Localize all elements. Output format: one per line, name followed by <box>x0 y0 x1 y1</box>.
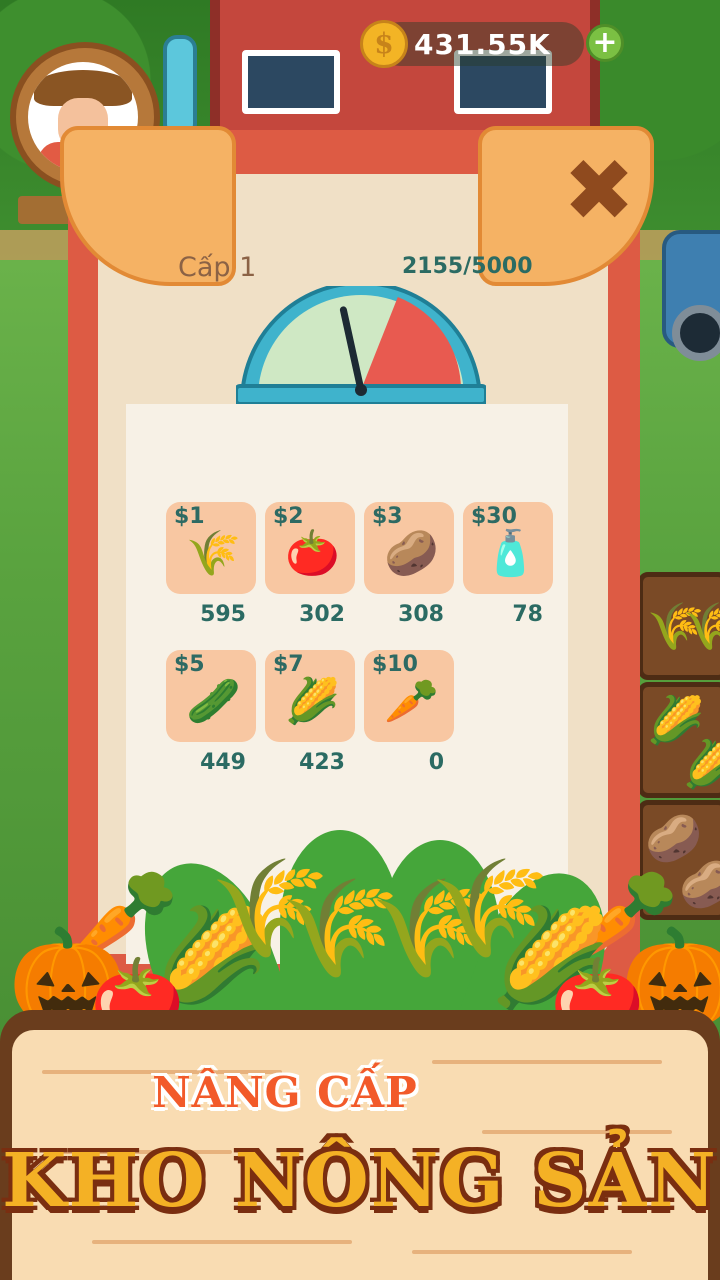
truck[interactable] <box>650 210 720 361</box>
product-price: $2 <box>273 504 304 529</box>
product-stock-count: 0 <box>428 750 444 775</box>
product-tile[interactable]: $7 🌽 <box>265 650 355 742</box>
product-tile[interactable]: $2 🍅 <box>265 502 355 594</box>
product-tile[interactable]: $5 🥒 <box>166 650 256 742</box>
product-stock-count: 595 <box>200 602 246 627</box>
tomato-icon: 🍅 <box>285 528 340 579</box>
capacity-gauge <box>236 286 486 404</box>
product-stock-count: 78 <box>512 602 543 627</box>
water-gauge <box>163 35 197 138</box>
wood-grain <box>92 1240 352 1244</box>
bottle-icon: 🧴 <box>483 528 538 579</box>
wood-grain <box>432 1060 662 1064</box>
potato-icon: 🥔 <box>645 811 703 865</box>
wood-grain <box>412 1250 632 1254</box>
product-tile[interactable]: $1 🌾 <box>166 502 256 594</box>
product-price: $1 <box>174 504 205 529</box>
product-tile[interactable]: $30 🧴 <box>463 502 553 594</box>
corn-icon: 🌽 <box>285 676 340 727</box>
level-label: Cấp 1 <box>178 252 257 283</box>
potato-icon: 🥔 <box>384 528 439 579</box>
crop-plot-wheat[interactable]: 🌾 🌾 <box>638 572 720 680</box>
product-stock-count: 449 <box>200 750 246 775</box>
product-price: $10 <box>372 652 418 677</box>
coin-balance: 431.55K <box>414 28 551 61</box>
product-stock-count: 423 <box>299 750 345 775</box>
product-tile[interactable]: $3 🥔 <box>364 502 454 594</box>
product-stock-count: 308 <box>398 602 444 627</box>
barn-window <box>242 50 340 114</box>
product-stock-count: 302 <box>299 602 345 627</box>
product-price: $5 <box>174 652 205 677</box>
wood-grain <box>482 1130 672 1134</box>
carrot-icon: 🥕 <box>384 676 439 727</box>
close-button[interactable]: ✖ <box>558 148 640 234</box>
coin-icon: $ <box>360 20 408 68</box>
wheat-icon: 🌾 <box>683 599 720 653</box>
cucumber-icon: 🥒 <box>186 676 241 727</box>
truck-wheel <box>672 305 720 361</box>
wheat-icon: 🌾 <box>186 528 241 579</box>
progress-counter: 2155/5000 <box>402 254 533 279</box>
product-tile[interactable]: $10 🥕 <box>364 650 454 742</box>
product-price: $30 <box>471 504 517 529</box>
banner-title: KHO NÔNG SẢN <box>2 1138 718 1224</box>
banner-subtitle: NÂNG CẤP <box>152 1068 418 1117</box>
crop-plot-corn[interactable]: 🌽 🌽 <box>638 682 720 798</box>
corn-icon: 🌽 <box>683 737 720 791</box>
potato-icon: 🥔 <box>679 857 720 911</box>
product-price: $3 <box>372 504 403 529</box>
add-coins-button[interactable]: + <box>586 24 624 62</box>
wheat-icon: 🌾 <box>430 852 550 964</box>
product-price: $7 <box>273 652 304 677</box>
